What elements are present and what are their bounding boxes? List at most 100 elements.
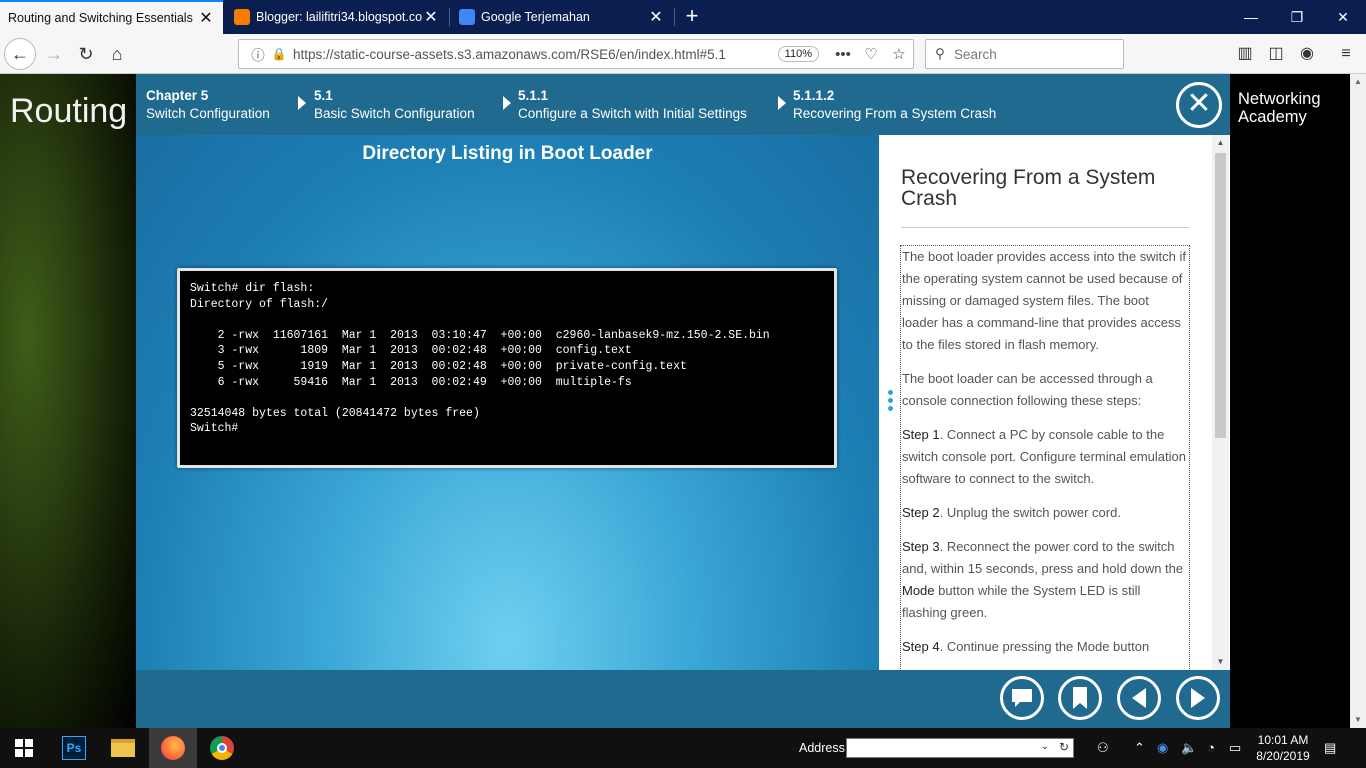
panel-resize-handle[interactable] <box>888 390 894 414</box>
back-button[interactable]: ← <box>4 38 36 70</box>
comment-button[interactable] <box>1000 676 1044 720</box>
start-button[interactable] <box>0 728 48 768</box>
breadcrumb-chapter[interactable]: Chapter 5 Switch Configuration <box>146 87 270 123</box>
breadcrumb: Chapter 5 Switch Configuration 5.1 Basic… <box>136 74 1230 135</box>
bookmark-star-icon[interactable]: ☆ <box>885 45 913 63</box>
left-background: Routing and Switching Essentials <box>0 74 136 728</box>
tab-blogger[interactable]: Blogger: lailifitri34.blogspot.co ✕ <box>226 0 448 34</box>
crumb-number: 5.1.1.2 <box>793 88 835 103</box>
menu-icon[interactable]: ≡ <box>1334 42 1358 66</box>
zoom-level-badge[interactable]: 110% <box>777 46 819 62</box>
step-text: . Unplug the switch power cord. <box>939 505 1121 520</box>
file-explorer-taskbar-button[interactable] <box>99 728 147 768</box>
scroll-up-icon[interactable]: ▲ <box>1212 135 1229 151</box>
bookmark-icon <box>1073 687 1087 709</box>
panel-title: Recovering From a System Crash <box>901 166 1156 210</box>
scrollbar-thumb[interactable] <box>1215 153 1226 438</box>
forward-button[interactable]: → <box>38 38 70 70</box>
restore-button[interactable]: ❐ <box>1274 0 1320 34</box>
search-box[interactable]: ⚲ Search <box>925 39 1124 69</box>
windows-taskbar: Ps Address ⌄ ↻ ⚇ ⌃ ◉ 🔈 ◔ ▭ 10:01 AM 8/20… <box>0 728 1366 768</box>
chrome-taskbar-button[interactable] <box>198 728 246 768</box>
tab-google-translate[interactable]: Google Terjemahan ✕ <box>451 0 673 34</box>
scroll-down-icon[interactable]: ▼ <box>1212 654 1229 670</box>
page-actions-icon[interactable]: ••• <box>829 46 857 63</box>
account-icon[interactable]: ◉ <box>1295 42 1319 66</box>
site-info-icon[interactable]: ⓘ <box>247 44 269 64</box>
crumb-label: Switch Configuration <box>146 106 270 121</box>
battery-icon[interactable]: ▭ <box>1229 740 1241 756</box>
previous-button[interactable] <box>1117 676 1161 720</box>
system-clock[interactable]: 10:01 AM 8/20/2019 <box>1252 732 1314 764</box>
tab-close-icon[interactable]: ✕ <box>422 7 440 27</box>
breadcrumb-subsection[interactable]: 5.1.1 Configure a Switch with Initial Se… <box>518 87 747 123</box>
step-label: Step 1 <box>902 427 940 442</box>
slide-area: Directory Listing in Boot Loader Switch#… <box>136 135 879 670</box>
crumb-arrow-icon <box>503 96 511 110</box>
crumb-arrow-icon <box>298 96 306 110</box>
panel-scrollbar[interactable]: ▲ ▼ <box>1212 135 1229 670</box>
new-tab-button[interactable]: + <box>680 3 704 29</box>
tab-title: Google Terjemahan <box>481 10 590 24</box>
close-window-button[interactable]: ✕ <box>1320 0 1366 34</box>
comment-icon <box>1012 689 1032 707</box>
lock-icon[interactable]: 🔒 <box>269 47 289 61</box>
scroll-up-icon[interactable]: ▲ <box>1350 74 1366 90</box>
address-toolbar-label: Address <box>799 741 845 755</box>
step-4: Step 4. Continue pressing the Mode butto… <box>902 636 1188 658</box>
sidebar-icon[interactable]: ◫ <box>1264 42 1288 66</box>
logo-line-2: Academy <box>1238 108 1307 126</box>
crumb-number: 5.1 <box>314 88 333 103</box>
next-button[interactable] <box>1176 676 1220 720</box>
google-translate-favicon-icon <box>459 9 475 25</box>
library-icon[interactable]: ▥ <box>1233 42 1257 66</box>
page-scrollbar[interactable]: ▲ ▼ <box>1350 74 1366 728</box>
chevron-up-icon[interactable]: ⌃ <box>1134 740 1145 756</box>
text-panel: Recovering From a System Crash The boot … <box>879 135 1230 670</box>
tab-close-icon[interactable]: ✕ <box>647 7 665 27</box>
tab-separator <box>674 8 675 26</box>
reload-button[interactable]: ↻ <box>70 38 102 70</box>
browser-tab-strip: Routing and Switching Essentials ✕ Blogg… <box>0 0 1366 34</box>
firefox-taskbar-button[interactable] <box>149 728 197 768</box>
blogger-favicon-icon <box>234 9 250 25</box>
url-bar[interactable]: ⓘ 🔒 https://static-course-assets.s3.amaz… <box>238 39 914 69</box>
tab-title: Blogger: lailifitri34.blogspot.co <box>256 10 422 24</box>
people-icon[interactable]: ⚇ <box>1097 740 1109 756</box>
chevron-down-icon[interactable]: ⌄ <box>1041 741 1049 752</box>
pocket-icon[interactable]: ♡ <box>857 45 885 63</box>
step-text: button while the System LED is still fla… <box>902 583 1141 620</box>
minimize-button[interactable]: — <box>1228 0 1274 34</box>
address-toolbar-input[interactable]: ⌄ ↻ <box>846 738 1074 758</box>
windows-logo-icon <box>15 739 33 757</box>
close-course-button[interactable]: ✕ <box>1176 82 1222 128</box>
network-tray-icon[interactable]: ◉ <box>1157 740 1168 756</box>
crumb-label: Recovering From a System Crash <box>793 106 997 121</box>
wifi-icon[interactable]: ◔ <box>1207 740 1215 755</box>
scroll-down-icon[interactable]: ▼ <box>1350 712 1366 728</box>
course-controls <box>136 670 1230 728</box>
tab-separator <box>449 8 450 26</box>
crumb-arrow-icon <box>778 96 786 110</box>
search-icon: ⚲ <box>935 46 945 61</box>
breadcrumb-topic[interactable]: 5.1.1.2 Recovering From a System Crash <box>793 87 996 123</box>
url-text[interactable]: https://static-course-assets.s3.amazonaw… <box>289 47 778 62</box>
bookmark-button[interactable] <box>1058 676 1102 720</box>
paragraph: The boot loader can be accessed through … <box>902 371 1153 408</box>
crumb-label: Basic Switch Configuration <box>314 106 475 121</box>
photoshop-taskbar-button[interactable]: Ps <box>50 728 98 768</box>
tab-routing-switching[interactable]: Routing and Switching Essentials ✕ <box>0 0 223 34</box>
forward-arrow-icon: → <box>45 43 63 64</box>
browser-toolbar: ← → ↻ ⌂ ⓘ 🔒 https://static-course-assets… <box>0 34 1366 74</box>
slide-title: Directory Listing in Boot Loader <box>362 143 653 164</box>
step-text: . Connect a PC by console cable to the s… <box>902 427 1186 486</box>
go-icon[interactable]: ↻ <box>1059 740 1069 754</box>
crumb-number: Chapter 5 <box>146 88 209 103</box>
volume-icon[interactable]: 🔈 <box>1181 740 1197 756</box>
home-button[interactable]: ⌂ <box>101 38 133 70</box>
breadcrumb-section[interactable]: 5.1 Basic Switch Configuration <box>314 87 475 123</box>
notification-center-icon[interactable]: ▤ <box>1324 740 1336 756</box>
tab-title: Routing and Switching Essentials <box>8 11 193 25</box>
tab-close-icon[interactable]: ✕ <box>197 8 215 28</box>
previous-arrow-icon <box>1132 688 1146 708</box>
